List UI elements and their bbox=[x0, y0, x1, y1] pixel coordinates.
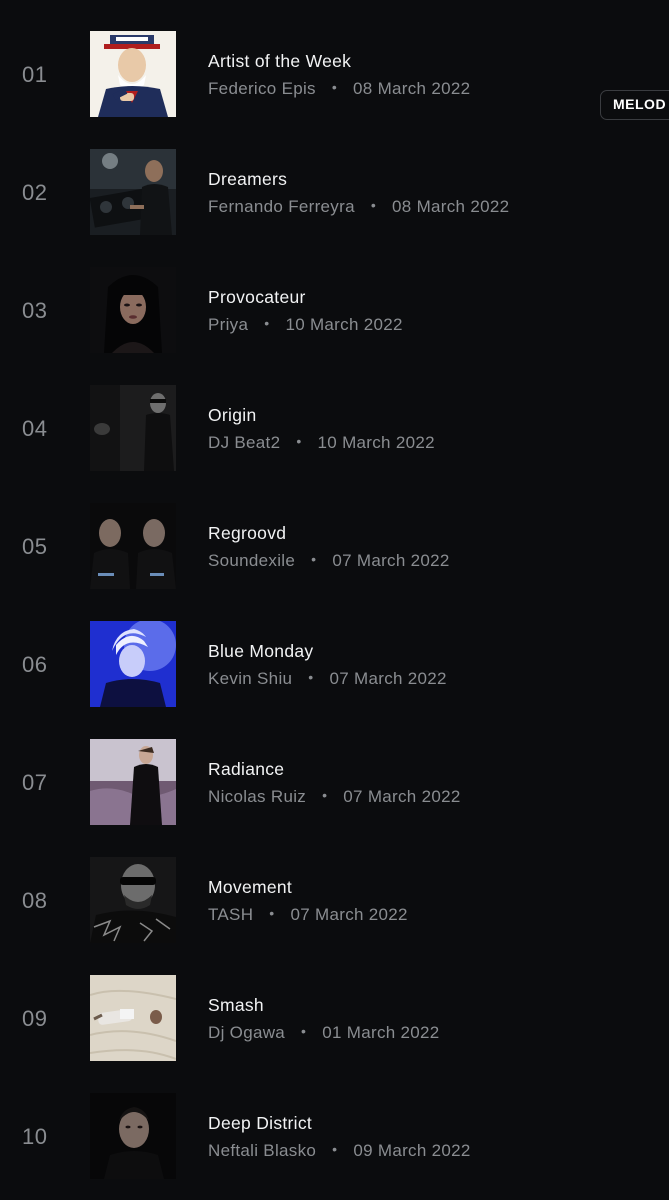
track-rank: 06 bbox=[22, 652, 48, 677]
track-title[interactable]: Origin bbox=[208, 405, 256, 426]
separator-dot: • bbox=[311, 551, 317, 567]
track-meta: Neftali Blasko • 09 March 2022 bbox=[208, 1141, 471, 1161]
track-date: 08 March 2022 bbox=[353, 79, 471, 98]
track-artwork[interactable] bbox=[90, 739, 176, 825]
genre-tag[interactable]: MELOD bbox=[600, 90, 669, 120]
track-row-9[interactable]: 09 Smash Dj Ogawa • 01 March 2022 bbox=[0, 975, 669, 1093]
track-row-8[interactable]: 08 Movement TASH • 07 March 2022 bbox=[0, 857, 669, 975]
track-date: 10 March 2022 bbox=[317, 433, 435, 452]
track-artwork[interactable] bbox=[90, 385, 176, 471]
track-artist[interactable]: Nicolas Ruiz bbox=[208, 787, 306, 806]
track-artwork[interactable] bbox=[90, 975, 176, 1061]
track-title[interactable]: Radiance bbox=[208, 759, 284, 780]
track-date: 07 March 2022 bbox=[332, 551, 450, 570]
track-title[interactable]: Deep District bbox=[208, 1113, 312, 1134]
track-row-6[interactable]: 06 Blue Monday Kevin Shiu • 07 March 2022 bbox=[0, 621, 669, 739]
track-row-10[interactable]: 10 Deep District Neftali Blasko • 09 March… bbox=[0, 1093, 669, 1200]
track-rank: 01 bbox=[22, 62, 48, 87]
track-rank: 04 bbox=[22, 416, 48, 441]
track-artist[interactable]: Fernando Ferreyra bbox=[208, 197, 355, 216]
track-artwork[interactable] bbox=[90, 149, 176, 235]
track-artist[interactable]: Soundexile bbox=[208, 551, 295, 570]
track-artist[interactable]: Neftali Blasko bbox=[208, 1141, 316, 1160]
track-date: 07 March 2022 bbox=[343, 787, 461, 806]
track-artist[interactable]: DJ Beat2 bbox=[208, 433, 280, 452]
track-artist[interactable]: Priya bbox=[208, 315, 248, 334]
track-row-4[interactable]: 04 Origin DJ Beat2 • 10 March 2022 bbox=[0, 385, 669, 503]
track-meta: TASH • 07 March 2022 bbox=[208, 905, 408, 925]
track-title[interactable]: Smash bbox=[208, 995, 264, 1016]
track-rank: 02 bbox=[22, 180, 48, 205]
track-artwork[interactable] bbox=[90, 621, 176, 707]
track-title[interactable]: Movement bbox=[208, 877, 292, 898]
track-meta: Nicolas Ruiz • 07 March 2022 bbox=[208, 787, 461, 807]
separator-dot: • bbox=[322, 787, 328, 803]
track-title[interactable]: Dreamers bbox=[208, 169, 287, 190]
separator-dot: • bbox=[308, 669, 314, 685]
separator-dot: • bbox=[269, 905, 275, 921]
track-artwork[interactable] bbox=[90, 267, 176, 353]
separator-dot: • bbox=[331, 79, 338, 95]
track-rank: 03 bbox=[22, 298, 48, 323]
track-row-3[interactable]: 03 Provocateur Priya • 10 March 2022 bbox=[0, 267, 669, 385]
track-rank: 09 bbox=[22, 1006, 48, 1031]
track-artist[interactable]: Federico Epis bbox=[208, 79, 316, 98]
track-meta: Federico Epis • 08 March 2022 bbox=[208, 79, 470, 99]
track-date: 09 March 2022 bbox=[353, 1141, 471, 1160]
track-meta: DJ Beat2 • 10 March 2022 bbox=[208, 433, 435, 453]
track-artwork[interactable] bbox=[90, 1093, 176, 1179]
track-meta: Soundexile • 07 March 2022 bbox=[208, 551, 450, 571]
track-artwork[interactable] bbox=[90, 503, 176, 589]
track-artist[interactable]: Kevin Shiu bbox=[208, 669, 292, 688]
separator-dot: • bbox=[370, 197, 377, 213]
separator-dot: • bbox=[264, 315, 270, 331]
track-date: 08 March 2022 bbox=[392, 197, 510, 216]
track-meta: Kevin Shiu • 07 March 2022 bbox=[208, 669, 447, 689]
track-meta: Priya • 10 March 2022 bbox=[208, 315, 403, 335]
track-rank: 10 bbox=[22, 1124, 48, 1149]
track-row-5[interactable]: 05 Regroovd Soundexile • 07 March 2022 bbox=[0, 503, 669, 621]
track-list: 01 Artist of the Week Federico Epis • 08 M… bbox=[0, 0, 669, 1200]
track-row-1[interactable]: 01 Artist of the Week Federico Epis • 08 M… bbox=[0, 31, 669, 149]
track-title[interactable]: Provocateur bbox=[208, 287, 306, 308]
track-artist[interactable]: Dj Ogawa bbox=[208, 1023, 285, 1042]
track-date: 07 March 2022 bbox=[290, 905, 408, 924]
track-artwork[interactable] bbox=[90, 31, 176, 117]
track-title[interactable]: Blue Monday bbox=[208, 641, 313, 662]
track-title[interactable]: Artist of the Week bbox=[208, 51, 351, 72]
track-meta: Dj Ogawa • 01 March 2022 bbox=[208, 1023, 440, 1043]
separator-dot: • bbox=[332, 1141, 338, 1157]
separator-dot: • bbox=[296, 433, 302, 449]
track-row-7[interactable]: 07 Radiance Nicolas Ruiz • 07 March 2022 bbox=[0, 739, 669, 857]
track-artwork[interactable] bbox=[90, 857, 176, 943]
track-rank: 07 bbox=[22, 770, 48, 795]
track-date: 07 March 2022 bbox=[329, 669, 447, 688]
track-rank: 08 bbox=[22, 888, 48, 913]
track-date: 01 March 2022 bbox=[322, 1023, 440, 1042]
track-artist[interactable]: TASH bbox=[208, 905, 253, 924]
track-meta: Fernando Ferreyra • 08 March 2022 bbox=[208, 197, 509, 217]
track-rank: 05 bbox=[22, 534, 48, 559]
track-date: 10 March 2022 bbox=[285, 315, 403, 334]
separator-dot: • bbox=[301, 1023, 307, 1039]
track-row-2[interactable]: 02 Dreamers Fernando Ferreyra • 08 March 2… bbox=[0, 149, 669, 267]
track-title[interactable]: Regroovd bbox=[208, 523, 286, 544]
